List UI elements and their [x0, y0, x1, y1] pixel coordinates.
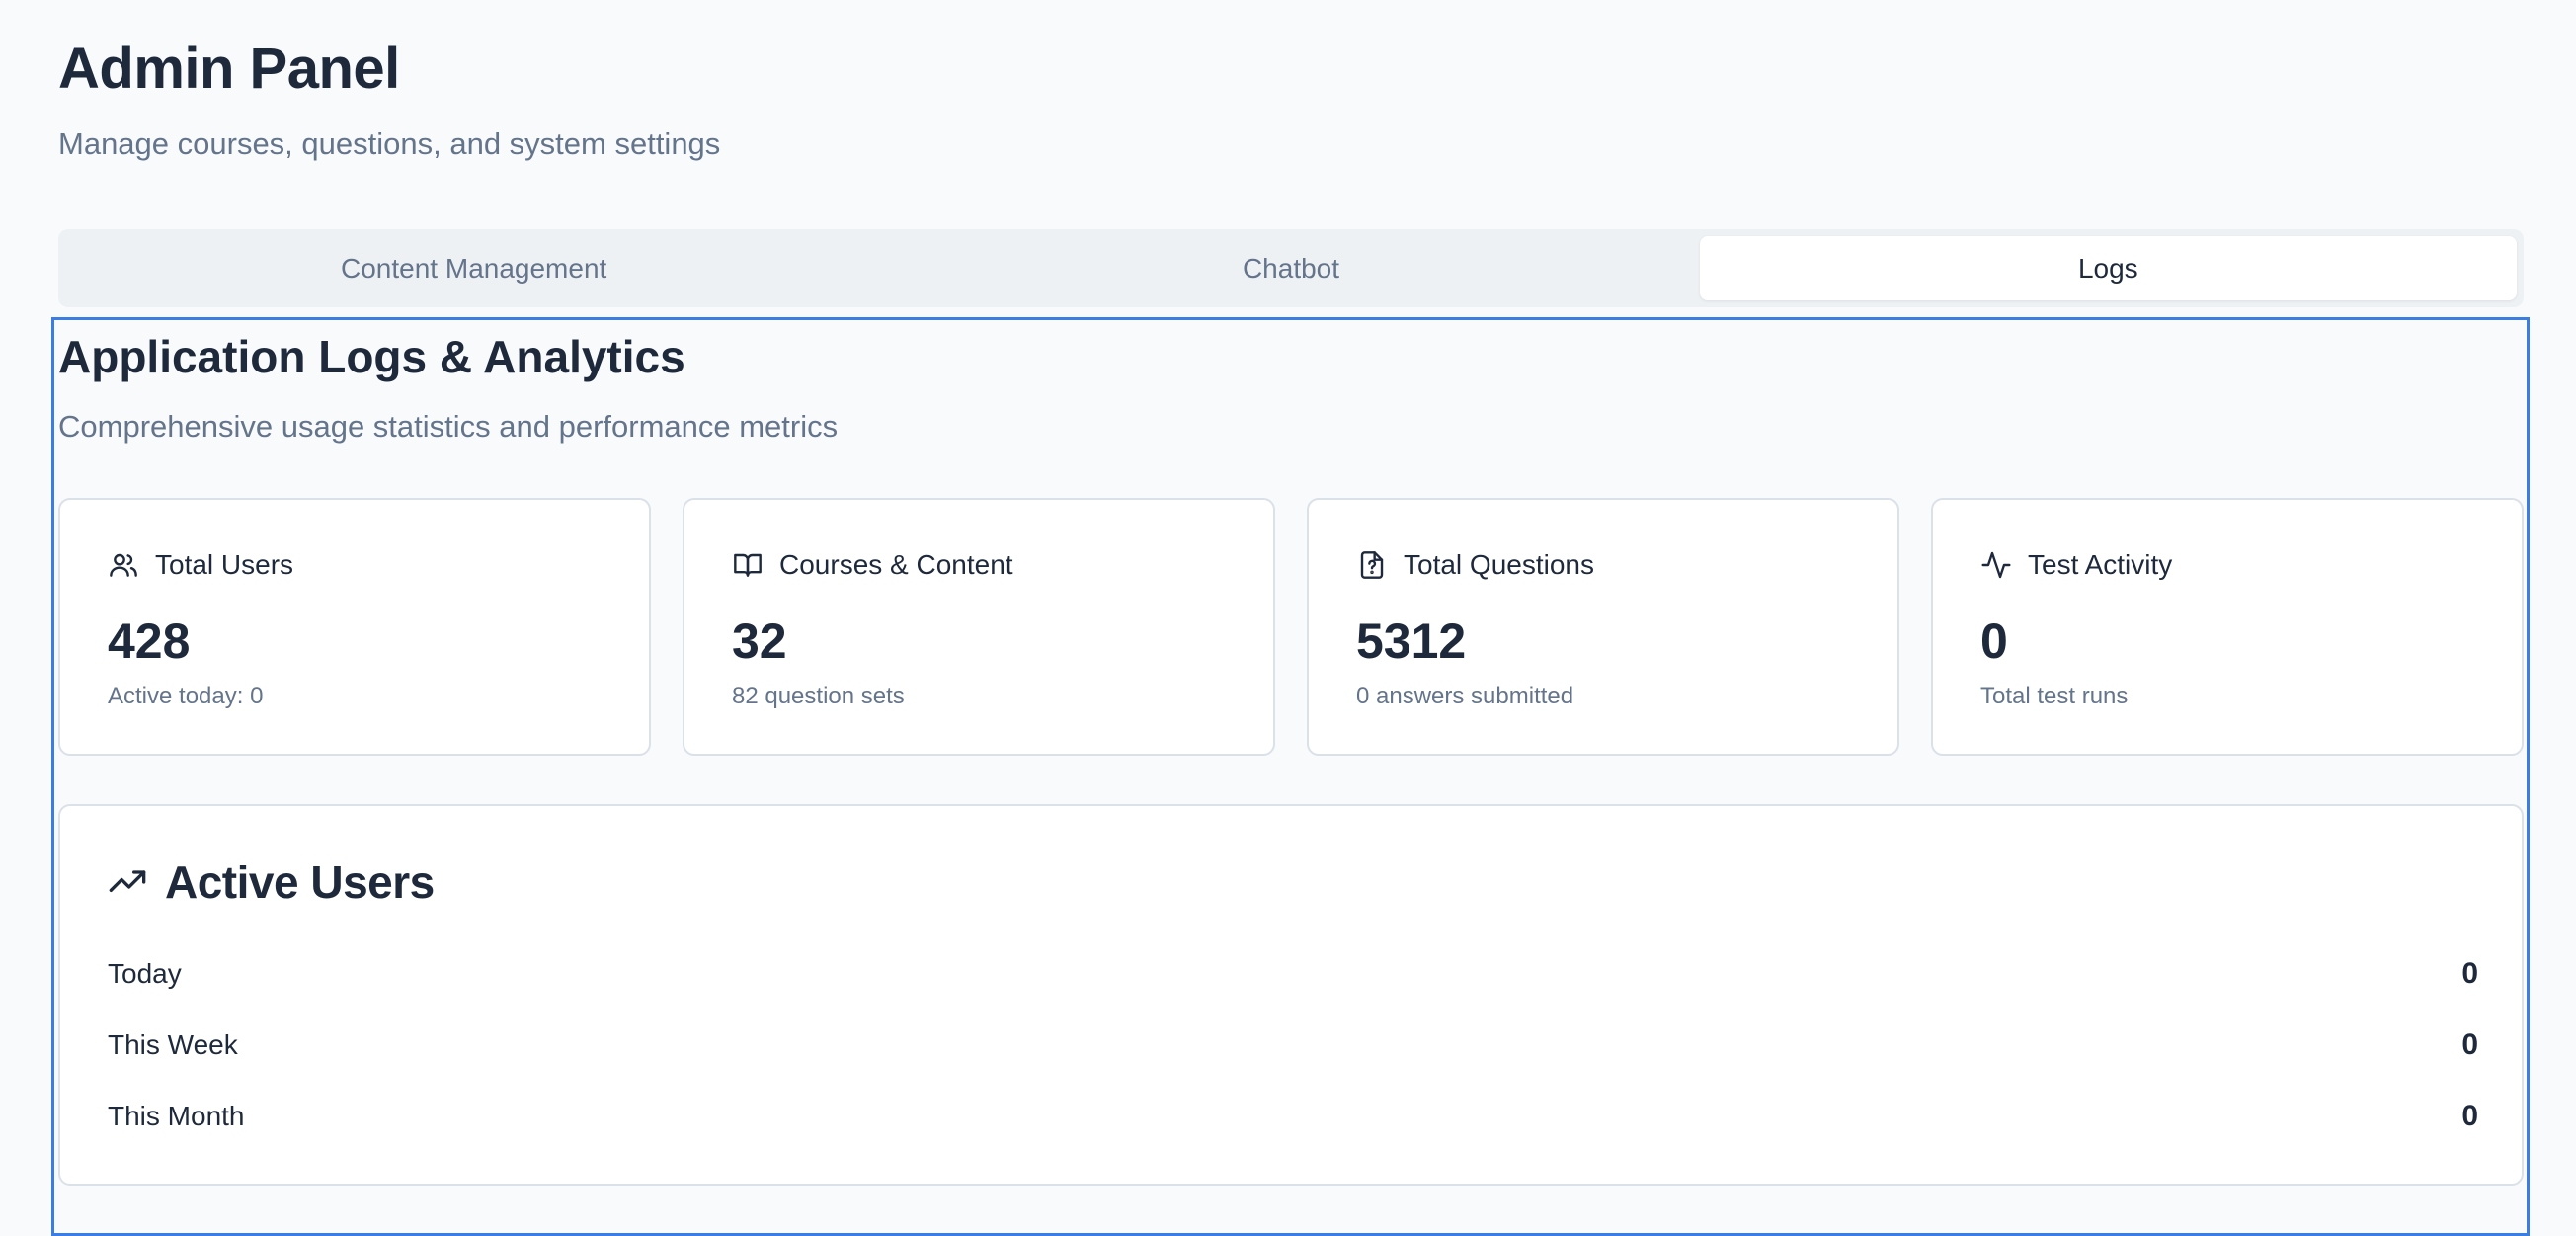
stat-subtext: Total test runs — [1980, 683, 2129, 709]
active-users-header: Active Users — [108, 856, 435, 909]
stat-label: Total Users — [155, 549, 294, 580]
metric-label: Today — [108, 958, 182, 989]
file-question-icon — [1356, 549, 1388, 581]
metric-value: 0 — [2461, 1100, 2478, 1132]
metric-value: 0 — [2461, 957, 2478, 990]
metric-row-this-week: This Week 0 — [108, 1024, 2478, 1067]
stat-value: 5312 — [1356, 614, 1467, 669]
activity-icon — [1980, 549, 2012, 581]
metric-row-today: Today 0 — [108, 952, 2478, 996]
stat-label: Test Activity — [2028, 549, 2173, 580]
stat-card-test-activity: Test Activity 0 Total test runs — [1931, 498, 2524, 756]
stat-card-courses-content: Courses & Content 32 82 question sets — [683, 498, 1275, 756]
logs-title: Application Logs & Analytics — [58, 331, 685, 382]
stat-value: 0 — [1980, 614, 2008, 669]
stats-grid: Total Users 428 Active today: 0 Courses … — [58, 498, 2524, 756]
page-title: Admin Panel — [58, 37, 400, 101]
users-icon — [108, 549, 139, 581]
tab-chatbot[interactable]: Chatbot — [882, 236, 1699, 300]
page-subtitle: Manage courses, questions, and system se… — [58, 126, 721, 161]
trending-up-icon — [108, 863, 147, 902]
stat-value: 32 — [732, 614, 787, 669]
stat-card-total-questions: Total Questions 5312 0 answers submitted — [1307, 498, 1899, 756]
book-open-icon — [732, 549, 764, 581]
stat-header: Courses & Content — [732, 549, 1013, 581]
metric-row-this-month: This Month 0 — [108, 1095, 2478, 1138]
logs-subtitle: Comprehensive usage statistics and perfo… — [58, 409, 839, 444]
stat-label: Courses & Content — [779, 549, 1013, 580]
stat-card-total-users: Total Users 428 Active today: 0 — [58, 498, 651, 756]
stat-subtext: 0 answers submitted — [1356, 683, 1574, 709]
stat-value: 428 — [108, 614, 191, 669]
metric-label: This Month — [108, 1101, 245, 1131]
stat-subtext: 82 question sets — [732, 683, 905, 709]
stat-label: Total Questions — [1404, 549, 1594, 580]
active-users-card: Active Users Today 0 This Week 0 This Mo… — [58, 804, 2524, 1186]
tab-content-management[interactable]: Content Management — [65, 236, 882, 300]
tab-list: Content Management Chatbot Logs — [58, 229, 2524, 307]
stat-header: Total Questions — [1356, 549, 1594, 581]
active-users-title: Active Users — [165, 857, 435, 908]
metric-value: 0 — [2461, 1029, 2478, 1061]
metric-label: This Week — [108, 1030, 238, 1060]
stat-header: Total Users — [108, 549, 293, 581]
tab-logs[interactable]: Logs — [1699, 236, 2517, 300]
stat-header: Test Activity — [1980, 549, 2172, 581]
stat-subtext: Active today: 0 — [108, 683, 264, 709]
